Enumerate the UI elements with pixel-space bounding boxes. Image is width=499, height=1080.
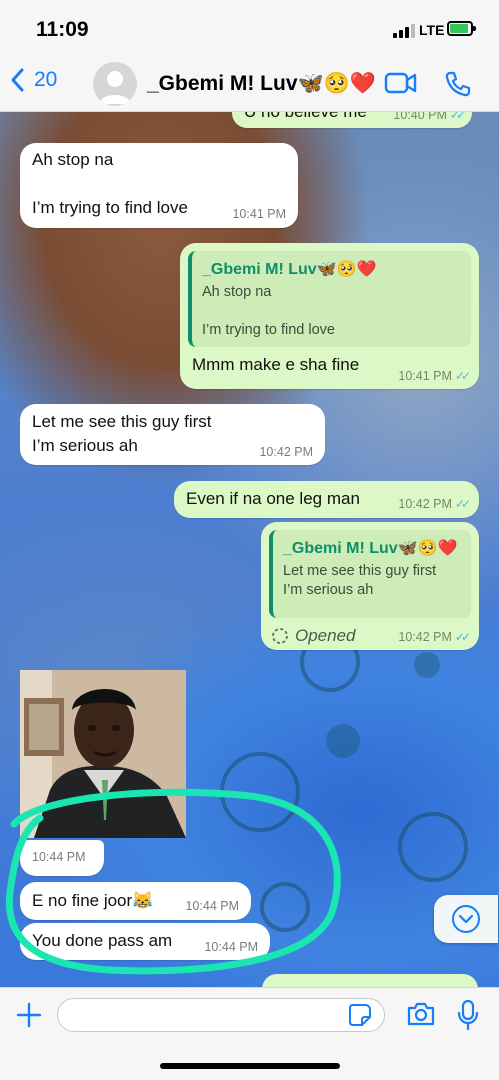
camera-icon[interactable] [406, 1001, 436, 1027]
message-input[interactable] [57, 998, 385, 1032]
phone-call-icon[interactable] [444, 70, 472, 98]
annotation-circle [5, 788, 341, 975]
video-call-icon[interactable] [384, 70, 418, 96]
home-indicator [160, 1063, 340, 1069]
contact-name[interactable]: _Gbemi M! Luv🦋🥺❤️ [147, 72, 376, 96]
battery-icon [447, 21, 476, 36]
status-time: 11:09 [36, 18, 89, 41]
plus-icon[interactable] [14, 1000, 44, 1030]
chat-area[interactable]: U no believe me 10:40 PM✓✓ Ah stop na I’… [0, 112, 499, 987]
sticker-icon[interactable] [348, 1003, 372, 1027]
microphone-icon[interactable] [457, 999, 479, 1031]
signal-icon [393, 24, 415, 38]
contact-avatar[interactable] [93, 62, 137, 106]
status-bar: 11:09 LTE [0, 0, 499, 56]
chat-header: 20 _Gbemi M! Luv🦋🥺❤️ [0, 56, 499, 112]
back-button[interactable]: 20 [10, 68, 57, 92]
back-count: 20 [34, 68, 58, 91]
chevron-left-icon [11, 68, 24, 92]
network-label: LTE [419, 22, 445, 38]
